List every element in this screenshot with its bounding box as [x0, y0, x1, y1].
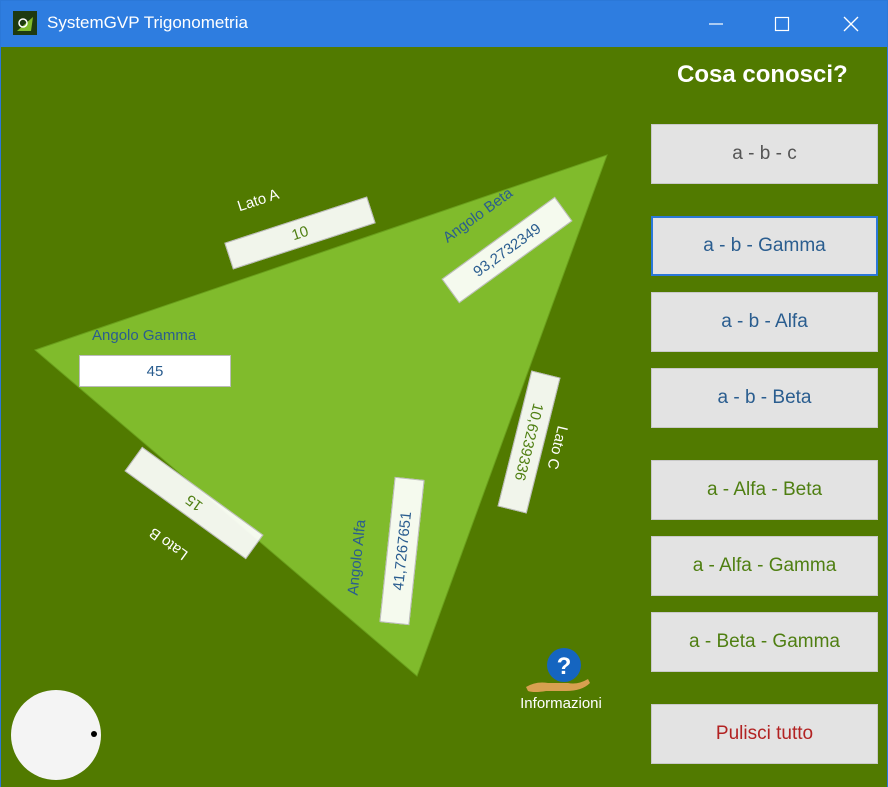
- maximize-button[interactable]: [750, 1, 814, 47]
- angolo-gamma-field[interactable]: 45: [79, 355, 231, 387]
- info-label[interactable]: Informazioni: [506, 695, 616, 712]
- option-button-a-b-beta[interactable]: a - b - Beta: [651, 368, 878, 428]
- angolo-gamma-label: Angolo Gamma: [92, 327, 197, 344]
- question-heading: Cosa conosci?: [677, 61, 848, 88]
- logo-dot: [91, 731, 97, 737]
- help-icon[interactable]: ?: [522, 647, 594, 695]
- title-bar[interactable]: SystemGVP Trigonometria: [1, 1, 887, 47]
- main-panel: Lato A 10 Angolo Beta 93,2732349 Angolo …: [1, 47, 887, 787]
- maximize-icon: [774, 16, 790, 32]
- app-logo-icon: [13, 11, 37, 35]
- option-button-a-b-c[interactable]: a - b - c: [651, 124, 878, 184]
- option-button-a-alfa-beta[interactable]: a - Alfa - Beta: [651, 460, 878, 520]
- circle-logo: [11, 690, 101, 780]
- window-title: SystemGVP Trigonometria: [47, 13, 248, 32]
- svg-text:?: ?: [557, 653, 572, 680]
- option-button-a-b-alfa[interactable]: a - b - Alfa: [651, 292, 878, 352]
- option-button-a-alfa-gamma[interactable]: a - Alfa - Gamma: [651, 536, 878, 596]
- option-button-a-beta-gamma[interactable]: a - Beta - Gamma: [651, 612, 878, 672]
- minimize-button[interactable]: [684, 1, 748, 47]
- option-button-a-b-gamma[interactable]: a - b - Gamma: [651, 216, 878, 276]
- close-icon: [843, 16, 859, 32]
- app-window: SystemGVP Trigonometria Lato A 10 Angolo…: [0, 0, 888, 787]
- clear-all-button[interactable]: Pulisci tutto: [651, 704, 878, 764]
- minimize-icon: [709, 23, 723, 25]
- close-button[interactable]: [819, 1, 883, 47]
